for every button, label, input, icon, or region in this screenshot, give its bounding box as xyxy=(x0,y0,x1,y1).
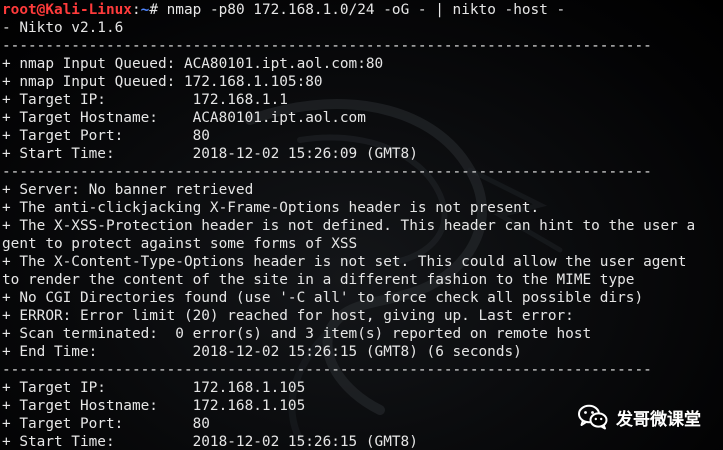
output-line: + Target IP: 172.168.1.105 xyxy=(2,380,306,396)
output-line: + The anti-clickjacking X-Frame-Options … xyxy=(2,200,540,216)
output-line: + nmap Input Queued: 172.168.1.105:80 xyxy=(2,74,323,90)
prompt-symbol: # xyxy=(149,2,158,18)
output-line: + Target Port: 80 xyxy=(2,128,210,144)
output-line: + Scan terminated: 0 error(s) and 3 item… xyxy=(2,326,592,342)
output-line: + No CGI Directories found (use '-C all'… xyxy=(2,290,644,306)
prompt-user-host: root@Kali-Linux xyxy=(2,2,132,18)
output-line: ----------------------------------------… xyxy=(2,164,652,180)
output-line: ----------------------------------------… xyxy=(2,362,652,378)
wechat-icon xyxy=(578,404,608,430)
prompt-path: ~ xyxy=(140,2,150,18)
command-prompt-line[interactable]: root@Kali-Linux:~# nmap -p80 172.168.1.0… xyxy=(2,1,723,19)
wechat-watermark: 发哥微课堂 xyxy=(578,404,701,430)
output-line: + End Time: 2018-12-02 15:26:15 (GMT8) (… xyxy=(2,344,522,360)
output-line: + The X-XSS-Protection header is not def… xyxy=(2,218,696,234)
output-line: + Start Time: 2018-12-02 15:26:09 (GMT8) xyxy=(2,146,418,162)
output-line: + ERROR: Error limit (20) reached for ho… xyxy=(2,308,574,324)
output-line: gent to protect against some forms of XS… xyxy=(2,236,358,252)
terminal-window[interactable]: root@Kali-Linux:~# nmap -p80 172.168.1.0… xyxy=(0,0,723,450)
prompt-separator: : xyxy=(131,2,141,18)
output-line: + Server: No banner retrieved xyxy=(2,182,254,198)
output-line: + Target Hostname: ACA80101.ipt.aol.com xyxy=(2,110,366,126)
command-text: nmap -p80 172.168.1.0/24 -oG - | nikto -… xyxy=(157,2,566,18)
watermark-text: 发哥微课堂 xyxy=(616,409,701,430)
terminal-output: root@Kali-Linux:~# nmap -p80 172.168.1.0… xyxy=(2,1,723,450)
output-line: ----------------------------------------… xyxy=(2,38,652,54)
output-line: to render the content of the site in a d… xyxy=(2,272,635,288)
output-line: + Target IP: 172.168.1.1 xyxy=(2,92,288,108)
output-line: + Start Time: 2018-12-02 15:26:15 (GMT8) xyxy=(2,434,418,450)
output-line: + The X-Content-Type-Options header is n… xyxy=(2,254,687,270)
output-line: - Nikto v2.1.6 xyxy=(2,20,124,36)
output-line: + nmap Input Queued: ACA80101.ipt.aol.co… xyxy=(2,56,384,72)
